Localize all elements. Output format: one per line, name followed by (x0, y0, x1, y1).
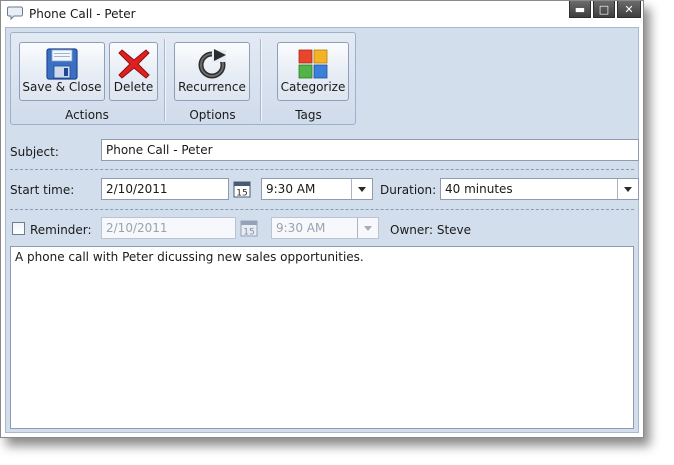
save-close-label: Save & Close (22, 80, 102, 94)
duration-value: 40 minutes (445, 182, 513, 196)
calendar-day: 15 (236, 189, 247, 199)
delete-label: Delete (113, 80, 154, 94)
group-label-tags: Tags (295, 108, 322, 122)
color-squares-icon (298, 49, 328, 79)
duration-combo[interactable]: 40 minutes (440, 178, 639, 200)
chevron-down-icon[interactable] (617, 179, 638, 199)
categorize-label: Categorize (280, 80, 346, 94)
row-divider (10, 169, 634, 170)
ribbon-group-actions: Save & Close Delete Actions (11, 33, 163, 124)
start-time-value: 9:30 AM (266, 182, 316, 196)
appointment-window: Phone Call - Peter ▬ □ ✕ Save & Close De… (0, 0, 644, 438)
duration-label: Duration: (380, 183, 437, 197)
start-time-combo[interactable]: 9:30 AM (261, 178, 373, 200)
subject-label: Subject: (10, 145, 59, 159)
ribbon-separator (260, 39, 261, 121)
calendar-icon[interactable]: 15 (233, 180, 251, 198)
appointment-panel: Save & Close Delete Actions Recurrence O… (5, 27, 639, 433)
row-divider (10, 209, 634, 210)
ribbon-group-tags: Categorize Tags (262, 33, 355, 124)
reminder-label: Reminder: (30, 223, 92, 237)
calendar-icon[interactable]: 15 (240, 219, 258, 237)
window-controls: ▬ □ ✕ (569, 1, 641, 19)
chevron-down-icon[interactable] (351, 179, 372, 199)
minimize-button[interactable]: ▬ (569, 1, 591, 18)
subject-input[interactable]: Phone Call - Peter (101, 139, 639, 161)
reminder-date-input[interactable]: 2/10/2011 (101, 217, 236, 239)
floppy-disk-icon (46, 48, 78, 80)
reminder-time-combo[interactable]: 9:30 AM (271, 217, 379, 239)
delete-button[interactable]: Delete (109, 42, 158, 101)
chevron-down-icon[interactable] (357, 218, 378, 238)
calendar-day: 15 (243, 228, 254, 238)
recurrence-arrow-icon (198, 49, 226, 79)
start-time-label: Start time: (10, 183, 75, 197)
categorize-button[interactable]: Categorize (277, 42, 349, 101)
owner-text: Owner: Steve (390, 223, 472, 237)
group-label-actions: Actions (65, 108, 109, 122)
save-close-button[interactable]: Save & Close (19, 42, 105, 101)
close-button[interactable]: ✕ (617, 1, 641, 18)
notes-textarea[interactable]: A phone call with Peter dicussing new sa… (10, 246, 634, 429)
window-title: Phone Call - Peter (29, 7, 136, 21)
start-date-input[interactable]: 2/10/2011 (101, 178, 229, 200)
speech-bubble-icon (7, 6, 23, 20)
ribbon-group-options: Recurrence Options (166, 33, 259, 124)
recurrence-button[interactable]: Recurrence (174, 42, 250, 101)
reminder-time-value: 9:30 AM (276, 221, 326, 235)
ribbon-toolbar: Save & Close Delete Actions Recurrence O… (10, 32, 356, 125)
red-x-icon (117, 49, 150, 79)
group-label-options: Options (189, 108, 236, 122)
ribbon-separator (164, 39, 165, 121)
maximize-button[interactable]: □ (593, 1, 615, 18)
recurrence-label: Recurrence (178, 80, 246, 94)
title-bar[interactable]: Phone Call - Peter ▬ □ ✕ (1, 1, 643, 27)
reminder-checkbox[interactable] (12, 222, 25, 235)
